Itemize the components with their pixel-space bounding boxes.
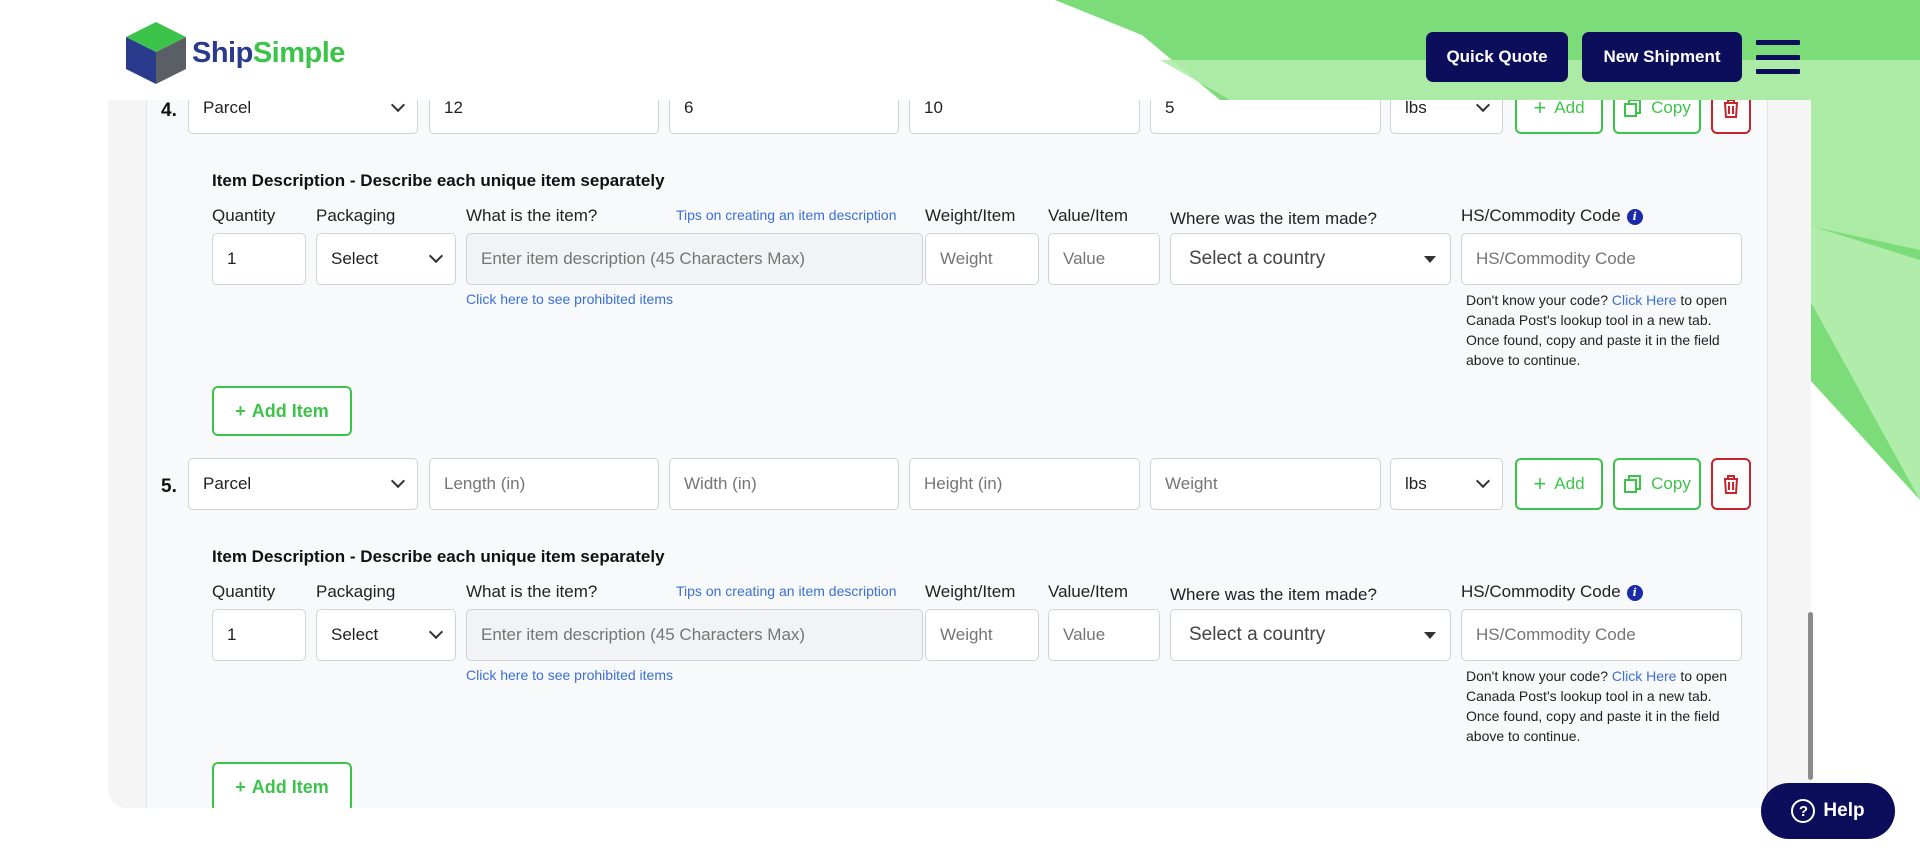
add-package-button[interactable]: + Add [1515,458,1603,510]
caret-down-icon [1424,255,1436,263]
plus-icon: + [1533,471,1547,496]
weight-input[interactable]: Weight [1150,458,1381,510]
package-number: 5. [161,476,177,497]
prohibited-items-link[interactable]: Click here to see prohibited items [466,667,673,683]
value-item-label: Value/Item [1048,206,1129,225]
top-header: ShipSimple Quick Quote New Shipment [0,0,1920,100]
copy-package-button[interactable]: Copy [1613,100,1701,134]
weight-unit-select[interactable]: lbs [1390,100,1503,134]
tips-item-description-link[interactable]: Tips on creating an item description [676,207,896,223]
weight-per-item-input[interactable]: Weight [925,609,1039,661]
add-package-button[interactable]: + Add [1515,100,1603,134]
hs-code-help-text: Don't know your code? Click Here to open… [1466,668,1728,744]
weight-item-label: Weight/Item [925,582,1016,601]
shipsimple-logo[interactable]: ShipSimple [124,20,345,86]
shipment-form-card: 4. Parcel 12 6 10 5 lbs + Add Copy Item D… [108,100,1811,808]
value-per-item-input[interactable]: Value [1048,609,1160,661]
package-type-select[interactable]: Parcel [188,100,418,134]
height-input[interactable]: Height (in) [909,458,1140,510]
hs-code-input[interactable]: HS/Commodity Code [1461,609,1742,661]
quantity-input[interactable]: 1 [212,609,306,661]
quantity-label: Quantity [212,206,276,225]
item-description-title: Item Description - Describe each unique … [212,171,665,190]
add-item-button[interactable]: + Add Item [212,762,352,808]
trash-icon [1724,100,1738,118]
logo-wordmark: ShipSimple [192,36,345,69]
weight-item-label: Weight/Item [925,206,1016,225]
what-is-item-label: What is the item? [466,206,598,225]
copy-package-button[interactable]: Copy [1613,458,1701,510]
info-icon[interactable]: i [1626,208,1643,225]
scrollbar[interactable] [1808,612,1813,780]
plus-icon: + [1533,100,1547,120]
quantity-input[interactable]: 1 [212,233,306,285]
hs-code-input[interactable]: HS/Commodity Code [1461,233,1742,285]
delete-package-button[interactable] [1711,100,1751,134]
package-type-select[interactable]: Parcel [188,458,418,510]
country-made-label: Where was the item made? [1170,585,1377,604]
country-select[interactable]: Select a country [1170,609,1451,661]
height-input[interactable]: 10 [909,100,1140,134]
copy-icon [1624,475,1642,493]
delete-package-button[interactable] [1711,458,1751,510]
length-input[interactable]: 12 [429,100,659,134]
caret-down-icon [1424,631,1436,639]
help-button[interactable]: ? Help [1761,783,1895,839]
value-per-item-input[interactable]: Value [1048,233,1160,285]
plus-icon: + [235,400,246,421]
prohibited-items-link[interactable]: Click here to see prohibited items [466,291,673,307]
width-input[interactable]: 6 [669,100,899,134]
country-select[interactable]: Select a country [1170,233,1451,285]
new-shipment-button[interactable]: New Shipment [1582,32,1742,82]
item-description-title: Item Description - Describe each unique … [212,547,665,566]
plus-icon: + [235,776,246,797]
quantity-label: Quantity [212,582,276,601]
weight-unit-select[interactable]: lbs [1390,458,1503,510]
hs-code-label: HS/Commodity Code i [1461,582,1643,602]
packaging-select[interactable]: Select [316,233,456,285]
package-number: 4. [161,100,177,121]
hs-code-label: HS/Commodity Code i [1461,206,1643,226]
packaging-label: Packaging [316,206,396,225]
weight-input[interactable]: 5 [1150,100,1381,134]
item-description-input[interactable]: Enter item description (45 Characters Ma… [466,609,923,661]
packaging-label: Packaging [316,582,396,601]
canada-post-lookup-link[interactable]: Click Here [1612,668,1677,684]
question-icon: ? [1791,799,1816,823]
hamburger-menu-icon[interactable] [1756,40,1800,74]
weight-per-item-input[interactable]: Weight [925,233,1039,285]
info-icon[interactable]: i [1626,584,1643,601]
value-item-label: Value/Item [1048,582,1129,601]
hs-code-help-text: Don't know your code? Click Here to open… [1466,292,1728,368]
country-made-label: Where was the item made? [1170,209,1377,228]
add-item-button[interactable]: + Add Item [212,386,352,436]
cube-logo-icon [126,22,186,84]
packaging-select[interactable]: Select [316,609,456,661]
item-description-input[interactable]: Enter item description (45 Characters Ma… [466,233,923,285]
quick-quote-button[interactable]: Quick Quote [1426,32,1568,82]
trash-icon [1724,475,1738,494]
tips-item-description-link[interactable]: Tips on creating an item description [676,583,896,599]
copy-icon [1624,100,1642,117]
canada-post-lookup-link[interactable]: Click Here [1612,292,1677,308]
length-input[interactable]: Length (in) [429,458,659,510]
what-is-item-label: What is the item? [466,582,598,601]
width-input[interactable]: Width (in) [669,458,899,510]
